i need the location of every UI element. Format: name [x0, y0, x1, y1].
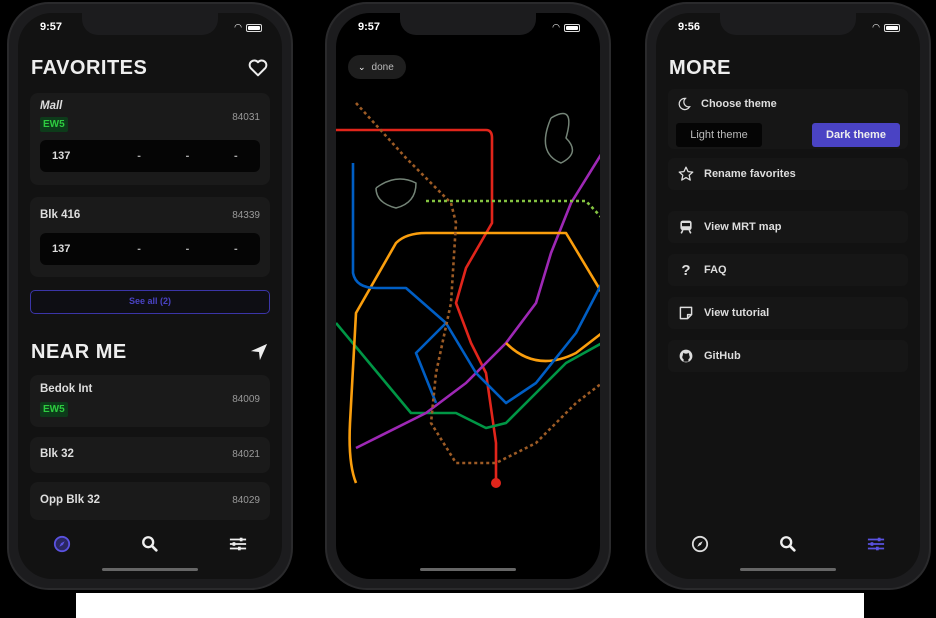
arrival-time: - — [185, 243, 190, 255]
light-theme-button[interactable]: Light theme — [676, 123, 762, 147]
star-icon — [678, 166, 694, 181]
location-arrow-icon[interactable] — [250, 343, 268, 361]
search-icon[interactable] — [141, 535, 159, 553]
item-label: View MRT map — [704, 221, 782, 233]
github-icon — [679, 349, 693, 363]
stop-name: Opp Blk 32 — [40, 494, 101, 506]
arrival-time: - — [137, 243, 141, 255]
stop-code: 84031 — [232, 112, 260, 123]
wifi-icon: ◠ — [872, 22, 880, 32]
search-icon[interactable] — [779, 535, 797, 553]
stop-code: 84339 — [232, 210, 260, 221]
note-icon — [679, 306, 693, 320]
service-number: 137 — [52, 243, 71, 255]
heart-icon[interactable] — [248, 59, 268, 77]
stop-name: Blk 32 — [40, 448, 74, 460]
status-time: 9:56 — [678, 21, 701, 33]
status-time: 9:57 — [40, 21, 63, 33]
mrt-badge: EW5 — [40, 402, 68, 417]
view-mrt-map-item[interactable]: View MRT map — [668, 211, 908, 243]
item-label: GitHub — [704, 350, 741, 362]
view-tutorial-item[interactable]: View tutorial — [668, 297, 908, 329]
rename-favorites-item[interactable]: Rename favorites — [668, 158, 908, 190]
service-number: 137 — [52, 150, 71, 162]
page-title: MORE — [669, 57, 731, 79]
arrival-row[interactable]: 137 - - - — [40, 140, 260, 172]
arrival-time: - — [137, 150, 141, 162]
status-icons: ◠ — [234, 22, 262, 33]
sliders-icon[interactable] — [867, 536, 885, 552]
chevron-down-icon: ⌄ — [358, 61, 366, 72]
phone-favorites: 9:57 ◠ FAVORITES Mall 84031 EW5 137 - - … — [7, 2, 293, 590]
arrival-time: - — [233, 243, 238, 255]
item-label: Rename favorites — [704, 168, 796, 180]
home-indicator — [420, 568, 516, 571]
nearby-stop[interactable]: Bedok Int 84009 EW5 — [30, 375, 270, 427]
faq-item[interactable]: ? FAQ — [668, 254, 908, 286]
page-title: FAVORITES — [31, 57, 148, 79]
nearby-stop[interactable]: Blk 32 84021 — [30, 437, 270, 473]
arrival-row[interactable]: 137 - - - — [40, 233, 260, 265]
status-icons: ◠ — [552, 22, 580, 33]
wifi-icon: ◠ — [234, 22, 242, 32]
tab-bar — [18, 529, 282, 559]
more-screen: 9:56 ◠ MORE Choose theme Light theme Dar… — [656, 13, 920, 579]
battery-icon — [246, 23, 262, 32]
status-time: 9:57 — [358, 21, 381, 33]
item-label: View tutorial — [704, 307, 770, 319]
compass-icon[interactable] — [691, 535, 709, 553]
theme-card: Choose theme Light theme Dark theme — [668, 89, 908, 149]
mrt-line-thomson — [355, 102, 600, 465]
arrival-time: - — [233, 150, 238, 162]
mrt-badge: EW5 — [40, 117, 68, 132]
dark-theme-button[interactable]: Dark theme — [812, 123, 900, 147]
github-item[interactable]: GitHub — [668, 340, 908, 372]
mrt-map[interactable] — [336, 43, 600, 579]
choose-theme-label: Choose theme — [701, 98, 777, 110]
phone-more: 9:56 ◠ MORE Choose theme Light theme Dar… — [645, 2, 931, 590]
notch — [82, 13, 218, 35]
nearby-stop[interactable]: Opp Blk 32 84029 — [30, 482, 270, 520]
notch — [720, 13, 856, 35]
phone-mrt-map: 9:57 ◠ ⌄ done — [325, 2, 611, 590]
favorites-screen: 9:57 ◠ FAVORITES Mall 84031 EW5 137 - - … — [18, 13, 282, 579]
home-indicator — [740, 568, 836, 571]
terminal-station — [491, 478, 501, 488]
favorite-card[interactable]: Blk 416 84339 137 - - - — [30, 197, 270, 277]
stop-code: 84029 — [232, 495, 260, 506]
wifi-icon: ◠ — [552, 22, 560, 32]
mrt-line-lrt — [375, 112, 574, 209]
train-icon — [680, 220, 692, 234]
stop-code: 84009 — [232, 394, 260, 405]
mrt-line-circle — [348, 231, 600, 484]
battery-icon — [884, 23, 900, 32]
tab-bar — [656, 529, 920, 559]
stop-name: Bedok Int — [40, 383, 93, 395]
stop-code: 84021 — [232, 449, 260, 460]
sliders-icon[interactable] — [229, 536, 247, 552]
moon-icon — [678, 97, 691, 111]
stop-name: Mall — [40, 100, 63, 112]
backdrop — [864, 593, 936, 618]
notch — [400, 13, 536, 35]
mrt-line-east-west — [336, 322, 600, 430]
done-label: done — [371, 61, 394, 73]
backdrop — [0, 593, 76, 618]
status-icons: ◠ — [872, 22, 900, 33]
mrt-line-north-east — [355, 153, 600, 450]
done-button[interactable]: ⌄ done — [348, 55, 406, 79]
item-label: FAQ — [704, 264, 727, 276]
favorite-card[interactable]: Mall 84031 EW5 137 - - - — [30, 93, 270, 185]
mrt-map-screen: 9:57 ◠ ⌄ done — [336, 13, 600, 579]
compass-icon[interactable] — [53, 535, 71, 553]
battery-icon — [564, 23, 580, 32]
see-all-button[interactable]: See all (2) — [30, 290, 270, 314]
question-icon: ? — [681, 261, 691, 279]
arrival-time: - — [185, 150, 190, 162]
section-title: NEAR ME — [31, 341, 127, 363]
home-indicator — [102, 568, 198, 571]
stop-name: Blk 416 — [40, 209, 81, 221]
